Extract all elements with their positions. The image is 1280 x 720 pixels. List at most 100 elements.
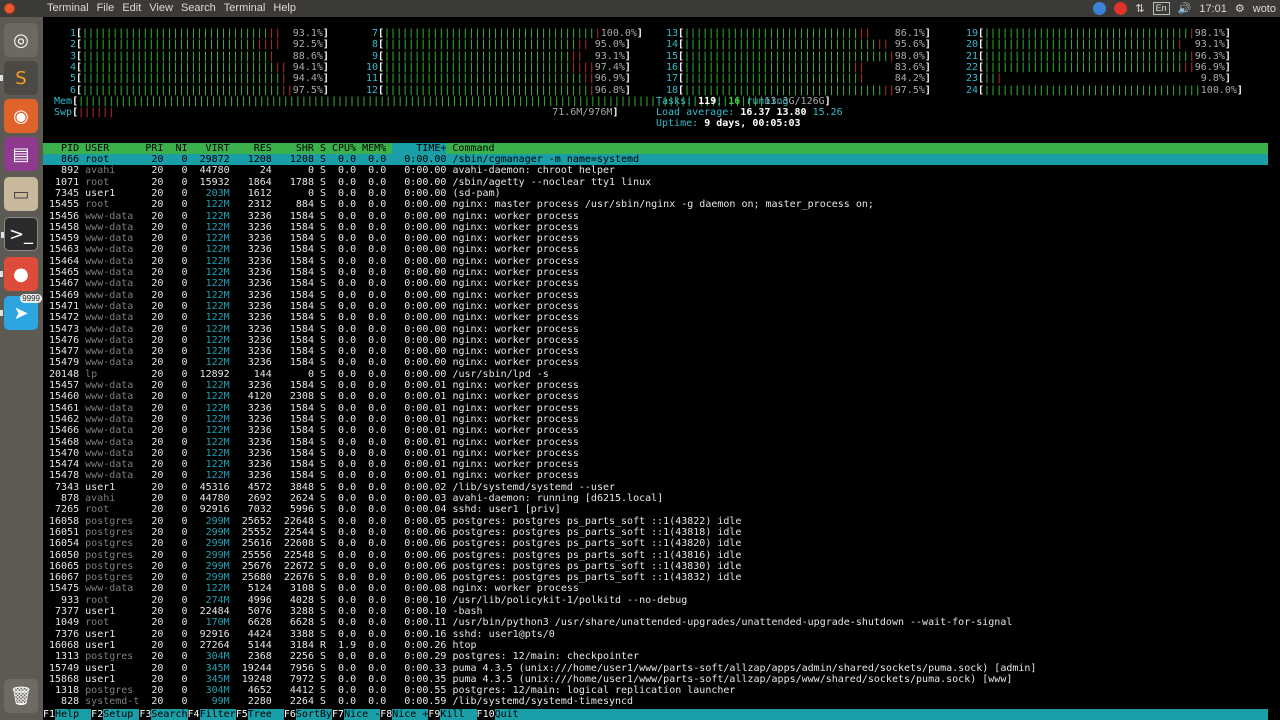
network-arrows-icon[interactable]: ⇅	[1135, 2, 1144, 15]
column-headers[interactable]: PID USER PRI NI VIRT RES SHR S CPU% MEM%	[43, 143, 392, 154]
process-row[interactable]: 7377 user1 20 0 22484 5076 3288 S 0.0 0.…	[43, 606, 1268, 617]
process-row[interactable]: 15749 user1 20 0 345M 19244 7956 S 0.0 0…	[43, 663, 1268, 674]
fkey-label-nice[interactable]: Nice +	[392, 709, 429, 720]
settings-gear-icon[interactable]: ⚙	[1235, 2, 1245, 15]
process-row[interactable]: 15474 www-data 20 0 122M 3236 1584 S 0.0…	[43, 459, 1268, 470]
firefox-icon[interactable]: ◉	[4, 99, 38, 133]
process-row[interactable]: 16054 postgres 20 0 299M 25616 22608 S 0…	[43, 538, 1268, 549]
terminal-icon[interactable]: >_	[1, 217, 38, 251]
menu-file[interactable]: File	[97, 2, 115, 14]
process-row[interactable]: 15461 www-data 20 0 122M 3236 1584 S 0.0…	[43, 403, 1268, 414]
process-row[interactable]: 15459 www-data 20 0 122M 3236 1584 S 0.0…	[43, 233, 1268, 244]
volume-icon[interactable]: 🔊	[1178, 2, 1192, 15]
process-row[interactable]: 15468 www-data 20 0 122M 3236 1584 S 0.0…	[43, 437, 1268, 448]
fkey-label-help[interactable]: Help	[55, 709, 92, 720]
process-row[interactable]: 15460 www-data 20 0 122M 4120 2308 S 0.0…	[43, 391, 1268, 402]
trash-icon[interactable]: 🗑	[4, 679, 38, 713]
process-row[interactable]: 16068 user1 20 0 27264 5144 3184 R 1.9 0…	[43, 640, 1268, 651]
dash-home-icon[interactable]: ◎	[4, 23, 38, 57]
chrome-indicator-icon[interactable]	[1093, 2, 1107, 15]
fkey-f4[interactable]: F4	[188, 709, 200, 720]
menu-view[interactable]: View	[149, 2, 173, 14]
fkey-label-kill[interactable]: Kill	[440, 709, 477, 720]
keyboard-layout-indicator[interactable]: En	[1152, 2, 1170, 15]
terminal-window[interactable]: 1[||||||||||||||||||||||||||||||||| 93.1…	[43, 17, 1280, 720]
fkey-label-filter[interactable]: Filter	[199, 709, 236, 720]
fkey-f1[interactable]: F1	[43, 709, 55, 720]
process-row[interactable]: 15477 www-data 20 0 122M 3236 1584 S 0.0…	[43, 346, 1268, 357]
process-row[interactable]: 15464 www-data 20 0 122M 3236 1584 S 0.0…	[43, 256, 1268, 267]
fkey-f6[interactable]: F6	[284, 709, 296, 720]
process-row[interactable]: 20148 lp 20 0 12892 144 0 S 0.0 0.0 0:00…	[43, 369, 1268, 380]
telegram-icon[interactable]: ➤ 9999	[0, 294, 42, 330]
fkey-f7[interactable]: F7	[332, 709, 344, 720]
process-row[interactable]: 7265 root 20 0 92916 7032 5996 S 0.0 0.0…	[43, 504, 1268, 515]
process-row[interactable]: 15465 www-data 20 0 122M 3236 1584 S 0.0…	[43, 267, 1268, 278]
process-row[interactable]: 16050 postgres 20 0 299M 25556 22548 S 0…	[43, 550, 1268, 561]
fkey-label-sortby[interactable]: SortBy	[295, 709, 333, 720]
menu-help[interactable]: Help	[273, 2, 296, 14]
process-row[interactable]: 933 root 20 0 274M 4996 4028 S 0.0 0.0 0…	[43, 595, 1268, 606]
no-entry-icon[interactable]	[1114, 2, 1128, 15]
process-row[interactable]: 15458 www-data 20 0 122M 3236 1584 S 0.0…	[43, 222, 1268, 233]
process-row[interactable]: 1049 root 20 0 170M 6628 6628 S 0.0 0.0 …	[43, 617, 1268, 628]
process-row[interactable]: 1313 postgres 20 0 304M 2368 2256 S 0.0 …	[43, 651, 1268, 662]
files-icon[interactable]: ▭	[4, 177, 38, 211]
menu-terminal[interactable]: Terminal	[224, 2, 266, 14]
process-row[interactable]: 866 root 20 0 29872 1208 1208 S 0.0 0.0 …	[43, 154, 1268, 166]
chrome-icon[interactable]: ●	[0, 257, 38, 291]
sort-column-time[interactable]: TIME+	[392, 143, 447, 154]
fkey-label-quit[interactable]: Quit	[494, 709, 531, 720]
process-row[interactable]: 15478 www-data 20 0 122M 3236 1584 S 0.0…	[43, 470, 1268, 481]
process-row[interactable]: 15473 www-data 20 0 122M 3236 1584 S 0.0…	[43, 324, 1268, 335]
process-row[interactable]: 7345 user1 20 0 203M 1612 0 S 0.0 0.0 0:…	[43, 188, 1268, 199]
process-row[interactable]: 15463 www-data 20 0 122M 3236 1584 S 0.0…	[43, 244, 1268, 255]
process-row[interactable]: 828 systemd-t 20 0 99M 2280 2264 S 0.0 0…	[43, 696, 1268, 707]
fkey-f10[interactable]: F10	[477, 709, 495, 720]
process-row[interactable]: 15469 www-data 20 0 122M 3236 1584 S 0.0…	[43, 290, 1268, 301]
process-field: 2312 884 S 0.0 0.0 0:00.00	[235, 199, 453, 211]
process-row[interactable]: 15467 www-data 20 0 122M 3236 1584 S 0.0…	[43, 278, 1268, 289]
process-row[interactable]: 15479 www-data 20 0 122M 3236 1584 S 0.0…	[43, 357, 1268, 368]
process-row[interactable]: 15470 www-data 20 0 122M 3236 1584 S 0.0…	[43, 448, 1268, 459]
process-row[interactable]: 7343 user1 20 0 45316 4572 3848 S 0.0 0.…	[43, 482, 1268, 493]
process-row[interactable]: 15462 www-data 20 0 122M 3236 1584 S 0.0…	[43, 414, 1268, 425]
menu-search[interactable]: Search	[181, 2, 216, 14]
fkey-label-tree[interactable]: Tree	[247, 709, 284, 720]
fkey-f9[interactable]: F9	[428, 709, 440, 720]
process-row[interactable]: 15457 www-data 20 0 122M 3236 1584 S 0.0…	[43, 380, 1268, 391]
fkey-f3[interactable]: F3	[139, 709, 151, 720]
media-player-icon[interactable]: ▤	[4, 137, 38, 171]
sublime-text-icon[interactable]: S	[0, 61, 38, 95]
fkey-label-search[interactable]: Search	[151, 709, 188, 720]
process-row[interactable]: 892 avahi 20 0 44780 24 0 S 0.0 0.0 0:00…	[43, 165, 1268, 176]
process-row[interactable]: 1318 postgres 20 0 304M 4652 4412 S 0.0 …	[43, 685, 1268, 696]
process-row[interactable]: 15475 www-data 20 0 122M 5124 3108 S 0.0…	[43, 583, 1268, 594]
clock[interactable]: 17:01	[1199, 3, 1227, 15]
menu-terminal-app[interactable]: Terminal	[47, 2, 89, 14]
fkey-f8[interactable]: F8	[380, 709, 392, 720]
menu-edit[interactable]: Edit	[122, 2, 141, 14]
process-row[interactable]: 878 avahi 20 0 44780 2692 2624 S 0.0 0.0…	[43, 493, 1268, 504]
fkey-label-setup[interactable]: Setup	[103, 709, 140, 720]
fkey-label-nice[interactable]: Nice -	[344, 709, 381, 720]
column-command[interactable]: Command	[446, 143, 494, 154]
process-row[interactable]: 1071 root 20 0 15932 1864 1788 S 0.0 0.0…	[43, 177, 1268, 188]
user-name[interactable]: woto	[1253, 3, 1276, 15]
close-window-button[interactable]	[4, 3, 15, 14]
process-row[interactable]: 16067 postgres 20 0 299M 25680 22676 S 0…	[43, 572, 1268, 583]
process-row[interactable]: 15868 user1 20 0 345M 19248 7972 S 0.0 0…	[43, 674, 1268, 685]
process-table-header[interactable]: PID USER PRI NI VIRT RES SHR S CPU% MEM%…	[43, 143, 1268, 154]
process-row[interactable]: 15456 www-data 20 0 122M 3236 1584 S 0.0…	[43, 211, 1268, 222]
process-row[interactable]: 15471 www-data 20 0 122M 3236 1584 S 0.0…	[43, 301, 1268, 312]
process-row[interactable]: 7376 user1 20 0 92916 4424 3388 S 0.0 0.…	[43, 629, 1268, 640]
process-row[interactable]: 16065 postgres 20 0 299M 25676 22672 S 0…	[43, 561, 1268, 572]
process-row[interactable]: 15476 www-data 20 0 122M 3236 1584 S 0.0…	[43, 335, 1268, 346]
process-row[interactable]: 16051 postgres 20 0 299M 25552 22544 S 0…	[43, 527, 1268, 538]
fkey-f5[interactable]: F5	[236, 709, 248, 720]
process-row[interactable]: 15455 root 20 0 122M 2312 884 S 0.0 0.0 …	[43, 199, 1268, 210]
process-row[interactable]: 15466 www-data 20 0 122M 3236 1584 S 0.0…	[43, 425, 1268, 436]
fkey-f2[interactable]: F2	[91, 709, 103, 720]
process-row[interactable]: 16058 postgres 20 0 299M 25652 22648 S 0…	[43, 516, 1268, 527]
process-row[interactable]: 15472 www-data 20 0 122M 3236 1584 S 0.0…	[43, 312, 1268, 323]
